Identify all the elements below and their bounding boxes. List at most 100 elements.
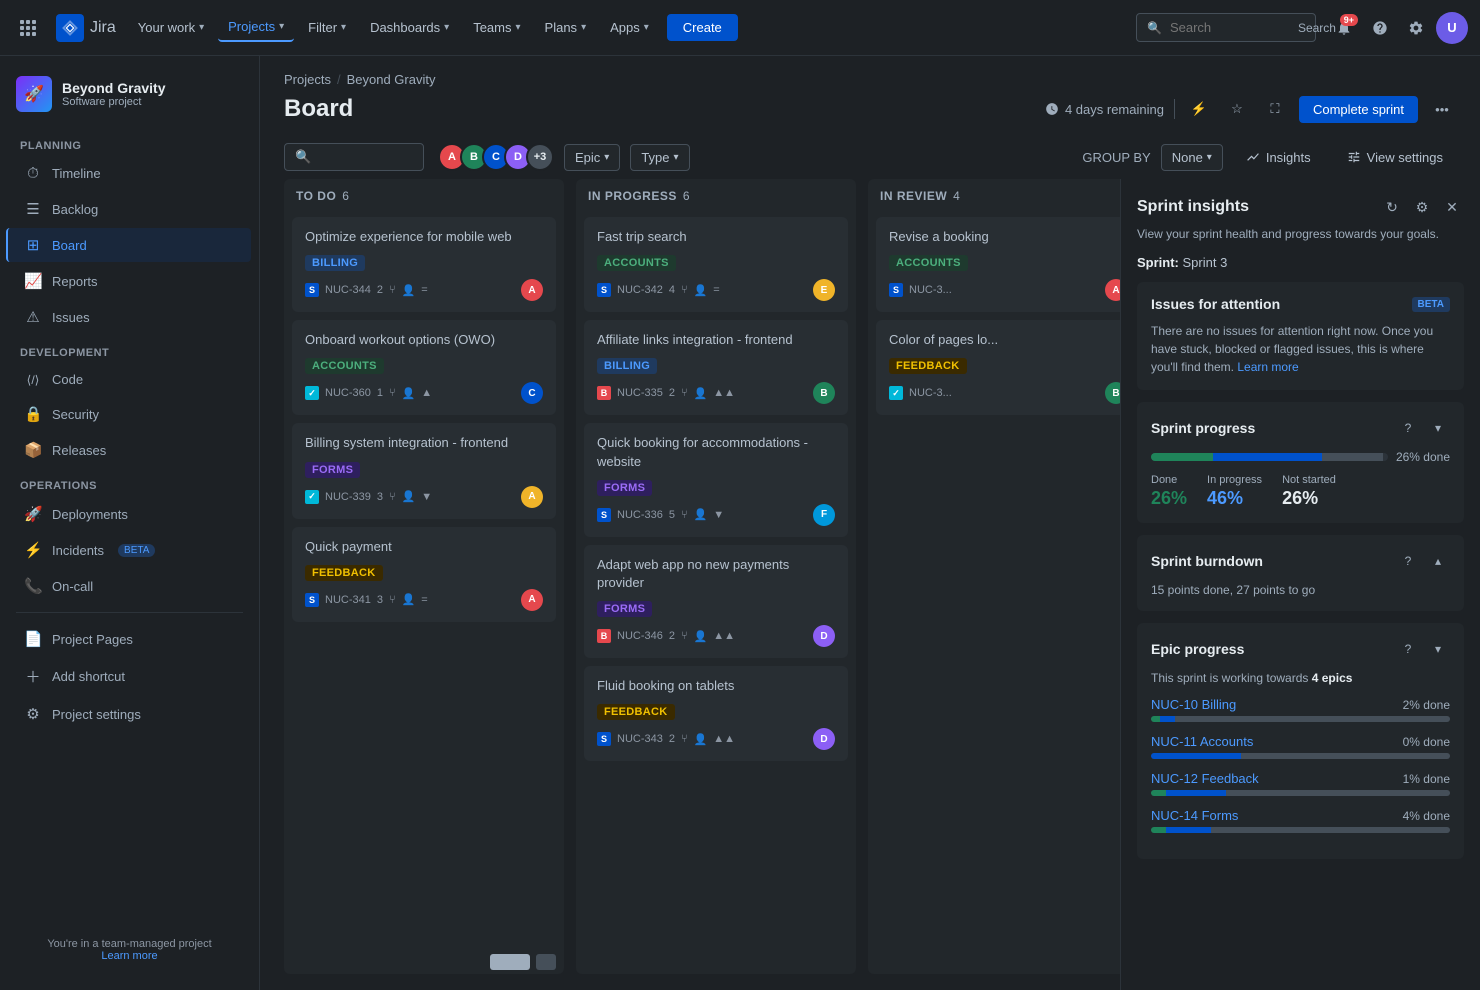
notifications-button[interactable]: 9+ <box>1328 12 1360 44</box>
settings-button[interactable] <box>1400 12 1432 44</box>
search-input[interactable] <box>1170 20 1290 35</box>
nav-your-work[interactable]: Your work ▾ <box>128 14 214 41</box>
card-nuc339[interactable]: Billing system integration - frontend FO… <box>292 423 556 518</box>
board-search[interactable]: 🔍 <box>284 143 424 171</box>
sidebar-item-board[interactable]: ⊞ Board <box>6 228 251 262</box>
help-icon[interactable]: ? <box>1396 637 1420 661</box>
sidebar-item-add-shortcut[interactable]: ＋ Add shortcut <box>8 658 251 695</box>
card-inreview-2[interactable]: Color of pages lo... FEEDBACK ✓ NUC-3...… <box>876 320 1120 415</box>
epic-link[interactable]: NUC-12 Feedback <box>1151 771 1259 786</box>
card-title: Adapt web app no new payments provider <box>597 556 835 592</box>
more-options-icon[interactable]: ••• <box>1428 95 1456 123</box>
priority-icon: ▼ <box>713 509 724 521</box>
card-nuc335[interactable]: Affiliate links integration - frontend B… <box>584 320 848 415</box>
chevron-down-icon: ▾ <box>644 22 649 33</box>
sidebar-item-reports[interactable]: 📈 Reports <box>8 264 251 298</box>
security-icon: 🔒 <box>24 405 42 423</box>
card-nuc346[interactable]: Adapt web app no new payments provider F… <box>584 545 848 658</box>
close-icon[interactable]: ✕ <box>1440 195 1464 219</box>
card-footer: S NUC-343 2 ⑂ 👤 ▲▲ D <box>597 728 835 750</box>
project-header[interactable]: 🚀 Beyond Gravity Software project <box>0 68 259 120</box>
view-settings-button[interactable]: View settings <box>1334 144 1456 171</box>
nav-apps[interactable]: Apps ▾ <box>600 14 659 41</box>
card-nuc342[interactable]: Fast trip search ACCOUNTS S NUC-342 4 ⑂ … <box>584 217 848 312</box>
jira-logo[interactable]: Jira <box>56 14 116 42</box>
nav-teams[interactable]: Teams ▾ <box>463 14 530 41</box>
epic-link[interactable]: NUC-10 Billing <box>1151 697 1236 712</box>
card-count: 1 <box>377 387 383 399</box>
card-title: Color of pages lo... <box>889 331 1120 349</box>
card-nuc336[interactable]: Quick booking for accommodations - websi… <box>584 423 848 536</box>
sidebar-item-issues[interactable]: ⚠ Issues <box>8 300 251 334</box>
help-icon[interactable]: ? <box>1396 416 1420 440</box>
card-nuc360[interactable]: Onboard workout options (OWO) ACCOUNTS ✓… <box>292 320 556 415</box>
epic-item-header: NUC-10 Billing 2% done <box>1151 697 1450 712</box>
insights-header-icons: ↻ ⚙ ✕ <box>1380 195 1464 219</box>
create-button[interactable]: Create <box>667 14 738 41</box>
stat-done: Done 26% <box>1151 474 1187 509</box>
pagination-dot-1[interactable] <box>490 954 530 970</box>
board-title: Board <box>284 95 353 123</box>
card-nuc343[interactable]: Fluid booking on tablets FEEDBACK S NUC-… <box>584 666 848 761</box>
collapse-icon[interactable]: ▾ <box>1426 416 1450 440</box>
sidebar-item-incidents[interactable]: ⚡ Incidents BETA <box>8 533 251 567</box>
card-tag: FEEDBACK <box>889 358 967 374</box>
epic-link[interactable]: NUC-14 Forms <box>1151 808 1238 823</box>
card-tag: FORMS <box>597 480 652 496</box>
sidebar-item-releases[interactable]: 📦 Releases <box>8 433 251 467</box>
card-avatar: B <box>813 382 835 404</box>
sidebar-item-timeline[interactable]: ⏱ Timeline <box>8 157 251 190</box>
board-search-input[interactable] <box>317 150 407 165</box>
star-icon[interactable]: ☆ <box>1223 95 1251 123</box>
avatar-filter-more[interactable]: +3 <box>526 143 554 171</box>
learn-more-link[interactable]: Learn more <box>101 950 157 962</box>
card-count: 2 <box>669 630 675 642</box>
search-box[interactable]: 🔍 Search <box>1136 13 1316 42</box>
group-by-select[interactable]: None ▾ <box>1161 144 1223 171</box>
sidebar-item-label: Project Pages <box>52 632 133 647</box>
collapse-icon[interactable]: ▾ <box>1426 637 1450 661</box>
help-button[interactable] <box>1364 12 1396 44</box>
nav-filter[interactable]: Filter ▾ <box>298 14 356 41</box>
learn-more-link[interactable]: Learn more <box>1237 360 1298 374</box>
sidebar-item-backlog[interactable]: ☰ Backlog <box>8 192 251 226</box>
sidebar-item-project-pages[interactable]: 📄 Project Pages <box>8 622 251 656</box>
priority-icon: = <box>421 594 427 606</box>
board-icon: ⊞ <box>24 236 42 254</box>
card-id: NUC-3... <box>909 387 952 399</box>
sidebar-item-project-settings[interactable]: ⚙ Project settings <box>8 697 251 731</box>
sidebar-item-code[interactable]: ⟨/⟩ Code <box>8 364 251 395</box>
card-nuc341[interactable]: Quick payment FEEDBACK S NUC-341 3 ⑂ 👤 = <box>292 527 556 622</box>
card-title: Quick booking for accommodations - websi… <box>597 434 835 470</box>
card-count: 2 <box>669 387 675 399</box>
sidebar-item-deployments[interactable]: 🚀 Deployments <box>8 497 251 531</box>
epic-filter[interactable]: Epic ▾ <box>564 144 620 171</box>
complete-sprint-button[interactable]: Complete sprint <box>1299 96 1418 123</box>
sidebar-item-security[interactable]: 🔒 Security <box>8 397 251 431</box>
collapse-icon[interactable]: ▴ <box>1426 549 1450 573</box>
lightning-icon[interactable]: ⚡ <box>1185 95 1213 123</box>
story-icon: S <box>597 283 611 297</box>
pagination-dot-2[interactable] <box>536 954 556 970</box>
nav-projects[interactable]: Projects ▾ <box>218 13 294 42</box>
nav-dashboards[interactable]: Dashboards ▾ <box>360 14 459 41</box>
breadcrumb-project[interactable]: Beyond Gravity <box>347 72 436 87</box>
help-icon[interactable]: ? <box>1396 549 1420 573</box>
epic-link[interactable]: NUC-11 Accounts <box>1151 734 1253 749</box>
type-filter[interactable]: Type ▾ <box>630 144 689 171</box>
progress-bar-track <box>1151 453 1388 461</box>
branch-icon: ⑂ <box>389 594 396 606</box>
sidebar-item-oncall[interactable]: 📞 On-call <box>8 569 251 603</box>
card-nuc344[interactable]: Optimize experience for mobile web BILLI… <box>292 217 556 312</box>
nav-plans[interactable]: Plans ▾ <box>535 14 597 41</box>
breadcrumb-projects[interactable]: Projects <box>284 72 331 87</box>
user-avatar[interactable]: U <box>1436 12 1468 44</box>
epic-intro: This sprint is working towards 4 epics <box>1151 671 1450 685</box>
refresh-icon[interactable]: ↻ <box>1380 195 1404 219</box>
grid-icon[interactable] <box>12 12 44 44</box>
insights-button[interactable]: Insights <box>1233 144 1324 171</box>
card-inreview-1[interactable]: Revise a booking ACCOUNTS S NUC-3... A <box>876 217 1120 312</box>
fullscreen-icon[interactable]: ⛶ <box>1261 95 1289 123</box>
settings-icon[interactable]: ⚙ <box>1410 195 1434 219</box>
priority-icon: ▼ <box>421 491 432 503</box>
